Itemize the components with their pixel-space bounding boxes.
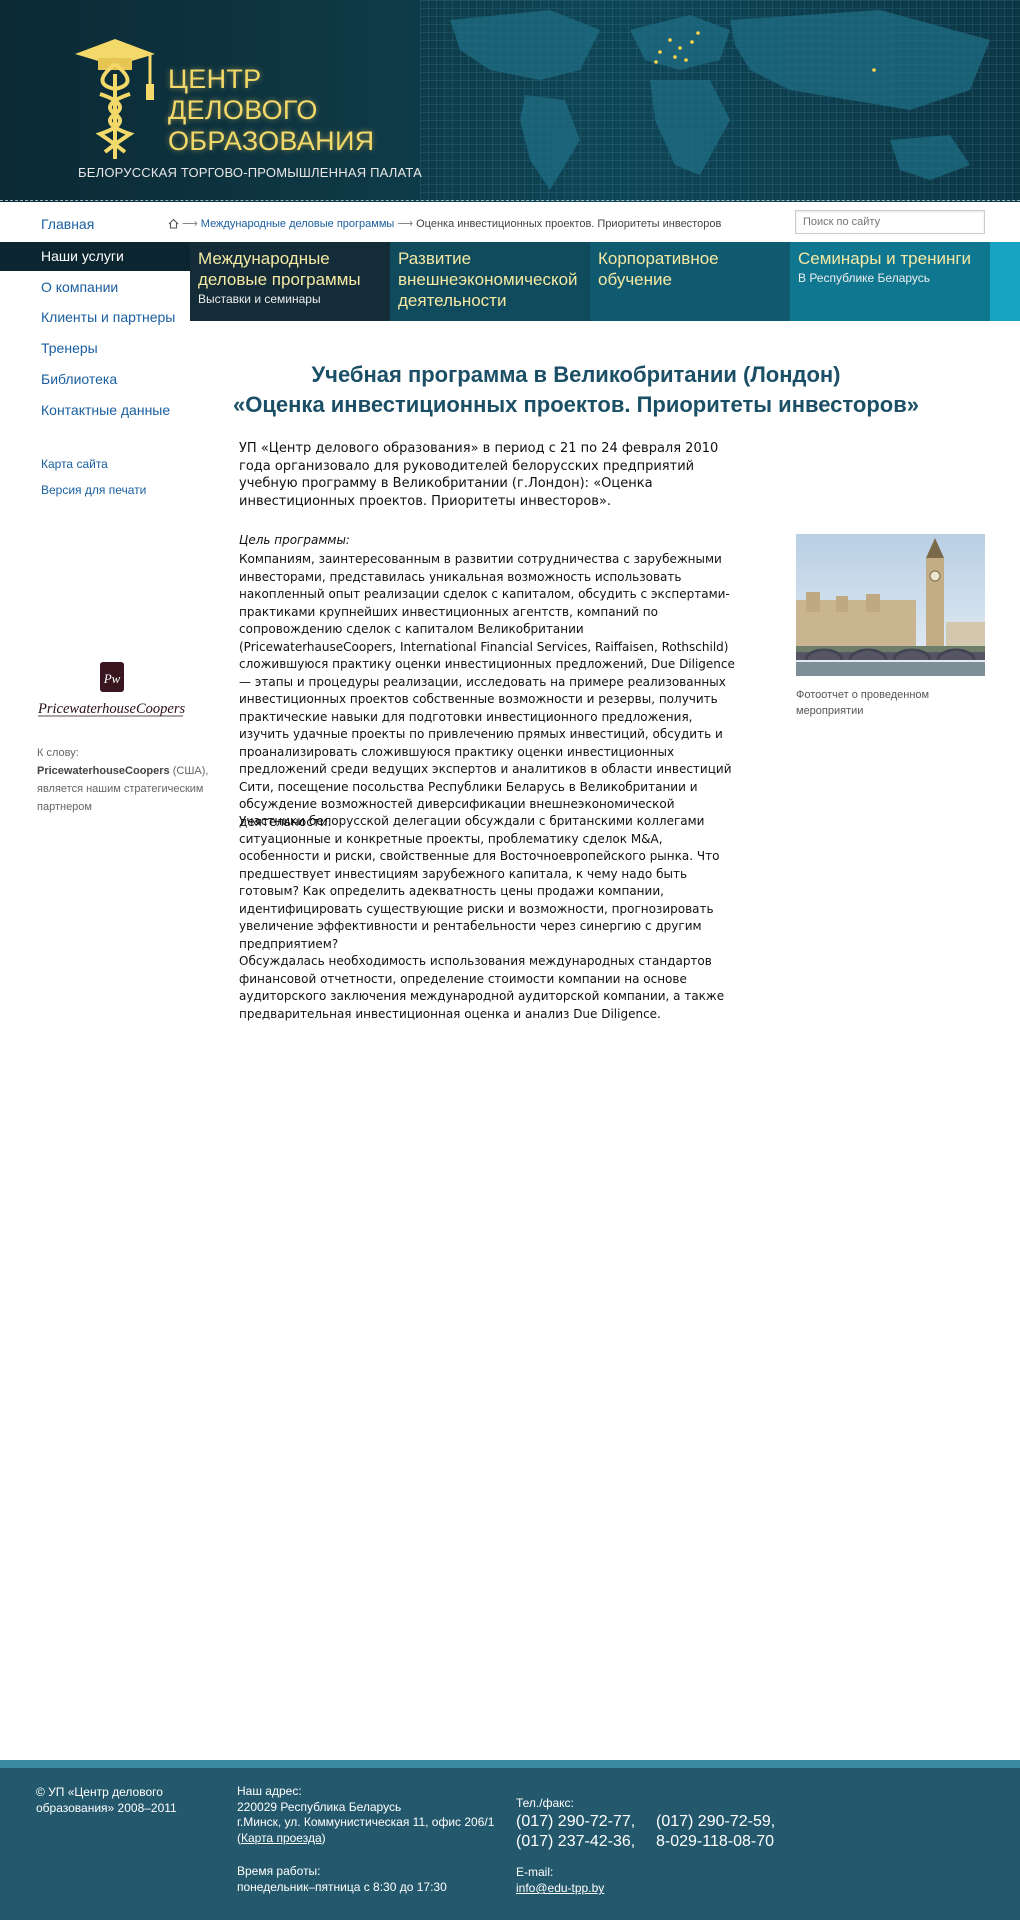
phone-list: (017) 290-72-77, (017) 290-72-59, (017) … (516, 1812, 816, 1852)
footer-hours: Время работы: понедельник–пятница с 8:30… (237, 1864, 507, 1895)
page-title-line-1: Учебная программа в Великобритании (Лонд… (311, 362, 841, 387)
nav-home-link[interactable]: Главная (41, 216, 94, 232)
sidebar-item-about[interactable]: О компании (41, 279, 118, 295)
search-input[interactable] (795, 210, 985, 234)
tile-title: Корпоративное обучение (598, 249, 719, 289)
breadcrumb-current: Оценка инвестиционных проектов. Приорите… (416, 217, 722, 230)
intro-paragraph: УП «Центр делового образования» в период… (239, 441, 719, 509)
caduceus-logo-icon (75, 39, 155, 159)
content-paragraph-3: Обсуждалась необходимость использования … (239, 954, 725, 1021)
sidebar-item-library[interactable]: Библиотека (41, 371, 117, 387)
tile-foreign-trade[interactable]: Развитие внешнеэкономической деятельност… (390, 242, 590, 321)
email-link[interactable]: info@edu-tpp.by (516, 1881, 604, 1895)
footer-email: E-mail: info@edu-tpp.by (516, 1864, 604, 1896)
tel-label: Тел./факс: (516, 1796, 574, 1810)
services-tiles: Международные деловые программы Выставки… (190, 242, 1020, 321)
phone-number: 8-029-118-08-70 (656, 1833, 775, 1850)
logo-title: ЦЕНТР ДЕЛОВОГО ОБРАЗОВАНИЯ (168, 64, 374, 157)
tile-seminars[interactable]: Семинары и тренинги В Республике Беларус… (790, 242, 990, 321)
site-footer: © УП «Центр делового образования» 2008–2… (0, 1768, 1020, 1920)
address-line-2: г.Минск, ул. Коммунистическая 11, офис 2… (237, 1815, 495, 1829)
sidebar-item-trainers[interactable]: Тренеры (41, 340, 98, 356)
hours-value: понедельник–пятница с 8:30 до 17:30 (237, 1879, 447, 1894)
tile-title: Международные деловые программы (198, 249, 361, 289)
footer-copyright: © УП «Центр делового образования» 2008–2… (36, 1785, 177, 1815)
partner-note-prefix: К слову: (37, 747, 79, 759)
partner-note: К слову: PricewaterhouseCoopers (США), я… (37, 744, 217, 816)
page-title-line-2: «Оценка инвестиционных проектов. Приорит… (233, 392, 919, 417)
pwc-logo-text: PricewaterhouseCoopers (37, 701, 185, 717)
sidebar-item-services[interactable]: Наши услуги (0, 242, 190, 271)
breadcrumb-arrow-icon: ⟶ (182, 218, 198, 230)
svg-text:Pw: Pw (103, 671, 121, 686)
goal-label: Цель программы: (239, 533, 350, 547)
hours-label: Время работы: (237, 1864, 321, 1878)
content-paragraph-1: Компаниям, заинтересованным в развитии с… (239, 552, 735, 829)
event-photo[interactable] (796, 534, 985, 676)
logo-subtitle: БЕЛОРУССКАЯ ТОРГОВО-ПРОМЫШЛЕННАЯ ПАЛАТА (78, 165, 422, 180)
logo-line-2: ДЕЛОВОГО (168, 95, 318, 125)
logo-line-1: ЦЕНТР (168, 64, 262, 94)
sidebar-item-contacts[interactable]: Контактные данные (41, 402, 170, 418)
partner-note-name: PricewaterhouseCoopers (37, 765, 170, 777)
footer-top-strip (0, 1760, 1020, 1768)
footer-address: Наш адрес: 220029 Республика Беларусь г.… (237, 1784, 507, 1846)
address-label: Наш адрес: (237, 1784, 302, 1798)
breadcrumb-arrow-icon: ⟶ (397, 218, 414, 230)
photo-caption: Фотоотчет о проведенном мероприятии (796, 689, 930, 717)
tile-title: Развитие внешнеэкономической деятельност… (398, 249, 578, 310)
tiles-filler (990, 242, 1020, 321)
tile-subtitle: Выставки и семинары (198, 292, 321, 306)
pwc-logo-icon[interactable]: Pw PricewaterhouseCoopers (37, 661, 187, 721)
tile-subtitle: В Республике Беларусь (798, 271, 931, 285)
site-header: ЦЕНТР ДЕЛОВОГО ОБРАЗОВАНИЯ БЕЛОРУССКАЯ Т… (0, 0, 1020, 202)
phone-number: (017) 290-72-59, (656, 1813, 776, 1830)
sitemap-link[interactable]: Карта сайта (41, 457, 108, 471)
phone-number: (017) 237-42-36, (516, 1833, 636, 1850)
logo-line-3: ОБРАЗОВАНИЯ (168, 126, 375, 156)
email-label: E-mail: (516, 1865, 554, 1879)
home-icon[interactable] (168, 218, 179, 229)
breadcrumb: ⟶ Международные деловые программы ⟶ Оцен… (168, 217, 721, 230)
map-link[interactable]: Карта проезда (241, 1831, 322, 1845)
tile-international-programs[interactable]: Международные деловые программы Выставки… (190, 242, 390, 321)
map-link-wrap: (Карта проезда) (237, 1830, 326, 1845)
page-title: Учебная программа в Великобритании (Лонд… (226, 360, 926, 420)
header-divider (0, 200, 1020, 202)
sidebar-item-clients[interactable]: Клиенты и партнеры (41, 309, 175, 325)
content-paragraph-2: Участники белорусской делегации обсуждал… (239, 814, 720, 951)
tile-corporate-training[interactable]: Корпоративное обучение (590, 242, 790, 321)
tile-title: Семинары и тренинги (798, 249, 972, 268)
breadcrumb-link[interactable]: Международные деловые программы (201, 218, 395, 230)
world-map-graphic (450, 10, 990, 190)
phone-number: (017) 290-72-77, (516, 1813, 636, 1830)
print-version-link[interactable]: Версия для печати (41, 483, 146, 497)
address-line-1: 220029 Республика Беларусь (237, 1799, 402, 1814)
